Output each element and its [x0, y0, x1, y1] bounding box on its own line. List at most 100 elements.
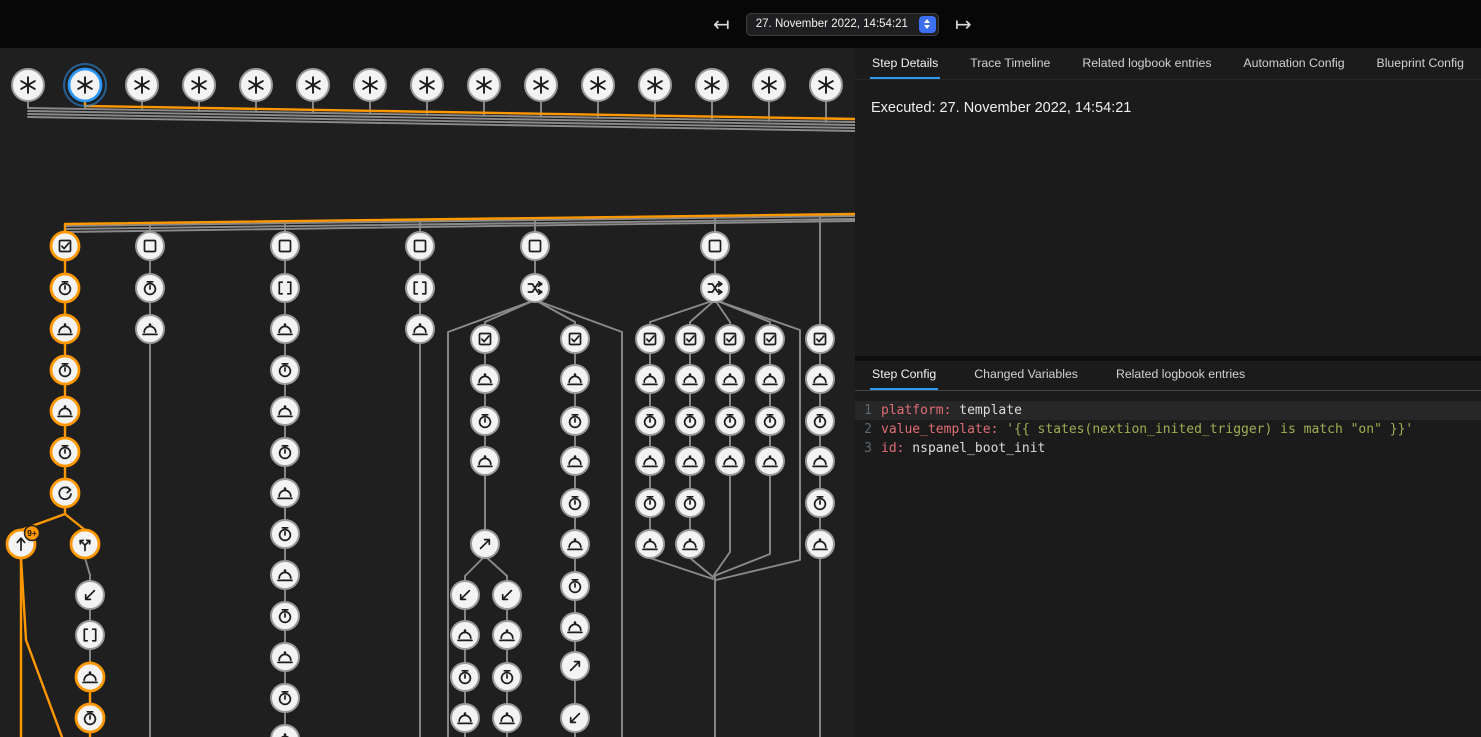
trace-node-brackets[interactable]	[406, 274, 434, 302]
trace-node-brackets[interactable]	[271, 274, 299, 302]
trace-node-checkbox[interactable]	[806, 325, 834, 353]
trace-node-timer[interactable]	[676, 489, 704, 517]
trace-node-timer[interactable]	[561, 489, 589, 517]
trace-node-timer[interactable]	[271, 684, 299, 712]
trigger-node[interactable]	[240, 69, 272, 101]
trace-node-cloche[interactable]	[136, 315, 164, 343]
tab-related-logbook-entries[interactable]: Related logbook entries	[1080, 56, 1213, 79]
trace-node-cloche[interactable]	[471, 447, 499, 475]
trace-node-timer[interactable]	[806, 489, 834, 517]
trace-node-timer[interactable]	[756, 407, 784, 435]
trace-node-cloche[interactable]	[561, 613, 589, 641]
trace-node-arrow-tr[interactable]	[471, 530, 499, 558]
trigger-node[interactable]	[696, 69, 728, 101]
previous-run-button[interactable]: ↤	[710, 12, 733, 36]
trace-node-timer[interactable]	[636, 489, 664, 517]
trace-node-timer[interactable]	[271, 520, 299, 548]
trace-node-timer[interactable]	[493, 663, 521, 691]
trigger-node[interactable]	[411, 69, 443, 101]
trace-node-arrow-up[interactable]: 9+	[7, 526, 40, 559]
tab-automation-config[interactable]: Automation Config	[1241, 56, 1346, 79]
trace-node-timer[interactable]	[451, 663, 479, 691]
trace-node-arrow-bl[interactable]	[493, 581, 521, 609]
trace-node-checkbox[interactable]	[636, 325, 664, 353]
trace-node-timer[interactable]	[636, 407, 664, 435]
trace-node-square[interactable]	[406, 232, 434, 260]
trace-node-timer[interactable]	[51, 356, 79, 384]
trace-node-cloche[interactable]	[51, 315, 79, 343]
trace-node-square[interactable]	[701, 232, 729, 260]
trigger-node[interactable]	[639, 69, 671, 101]
trigger-node[interactable]	[183, 69, 215, 101]
trace-node-cloche[interactable]	[716, 447, 744, 475]
trace-node-timer[interactable]	[716, 407, 744, 435]
trace-node-timer[interactable]	[561, 407, 589, 435]
trace-node-cloche[interactable]	[271, 643, 299, 671]
trace-node-cloche[interactable]	[561, 447, 589, 475]
trigger-node[interactable]	[810, 69, 842, 101]
trace-node-checkbox[interactable]	[561, 325, 589, 353]
trace-node-cloche[interactable]	[493, 704, 521, 732]
trigger-node[interactable]	[753, 69, 785, 101]
trace-node-timer[interactable]	[561, 572, 589, 600]
tab-step-config[interactable]: Step Config	[870, 367, 938, 390]
trigger-node[interactable]	[525, 69, 557, 101]
trigger-node[interactable]	[12, 69, 44, 101]
trace-node-cloche[interactable]	[756, 447, 784, 475]
trigger-node[interactable]	[126, 69, 158, 101]
trace-node-cloche[interactable]	[271, 561, 299, 589]
trace-node-cloche[interactable]	[76, 663, 104, 691]
tab-trace-timeline[interactable]: Trace Timeline	[968, 56, 1052, 79]
trace-node-repeat[interactable]	[51, 479, 79, 507]
trace-node-timer[interactable]	[76, 704, 104, 732]
trace-node-cloche[interactable]	[51, 397, 79, 425]
trace-node-cloche[interactable]	[271, 479, 299, 507]
tab-changed-variables[interactable]: Changed Variables	[972, 367, 1080, 390]
trace-node-checkbox[interactable]	[716, 325, 744, 353]
trace-node-cloche[interactable]	[676, 530, 704, 558]
trace-node-shuffle[interactable]	[701, 274, 729, 302]
trace-node-cloche[interactable]	[636, 530, 664, 558]
trace-node-cloche[interactable]	[271, 397, 299, 425]
trace-node-timer[interactable]	[676, 407, 704, 435]
trace-node-checkbox[interactable]	[471, 325, 499, 353]
tab-related-logbook-entries-2[interactable]: Related logbook entries	[1114, 367, 1247, 390]
trace-node-cloche[interactable]	[406, 315, 434, 343]
trace-node-timer[interactable]	[271, 438, 299, 466]
tab-blueprint-config[interactable]: Blueprint Config	[1375, 56, 1467, 79]
trace-node-arrow-bl[interactable]	[451, 581, 479, 609]
trace-node-cloche[interactable]	[716, 365, 744, 393]
trace-node-timer[interactable]	[51, 274, 79, 302]
trace-node-square[interactable]	[271, 232, 299, 260]
trace-node-timer[interactable]	[806, 407, 834, 435]
trace-node-checkbox[interactable]	[51, 232, 79, 260]
trace-node-cloche[interactable]	[676, 365, 704, 393]
trace-node-arrow-bl[interactable]	[561, 704, 589, 732]
trace-node-cloche[interactable]	[561, 530, 589, 558]
trace-node-checkbox[interactable]	[756, 325, 784, 353]
trace-node-cloche[interactable]	[756, 365, 784, 393]
next-run-button[interactable]: ↦	[952, 12, 975, 36]
trigger-node[interactable]	[582, 69, 614, 101]
trace-node-timer[interactable]	[471, 407, 499, 435]
trace-node-arrow-tr[interactable]	[561, 652, 589, 680]
trigger-node[interactable]	[297, 69, 329, 101]
trace-node-shuffle[interactable]	[521, 274, 549, 302]
run-selector[interactable]: 27. November 2022, 14:54:21	[746, 13, 939, 36]
trace-node-cloche[interactable]	[806, 365, 834, 393]
trace-node-cloche[interactable]	[806, 447, 834, 475]
trace-node-cloche[interactable]	[451, 621, 479, 649]
trace-node-split[interactable]	[71, 530, 99, 558]
trace-node-cloche[interactable]	[471, 365, 499, 393]
trace-node-brackets[interactable]	[76, 621, 104, 649]
trigger-node[interactable]	[468, 69, 500, 101]
trace-node-cloche[interactable]	[271, 315, 299, 343]
trace-node-timer[interactable]	[51, 438, 79, 466]
trace-node-cloche[interactable]	[636, 365, 664, 393]
tab-step-details[interactable]: Step Details	[870, 56, 940, 79]
trace-node-timer[interactable]	[271, 356, 299, 384]
trace-node-cloche[interactable]	[676, 447, 704, 475]
trace-node-checkbox[interactable]	[676, 325, 704, 353]
trace-node-cloche[interactable]	[636, 447, 664, 475]
trace-node-square[interactable]	[521, 232, 549, 260]
